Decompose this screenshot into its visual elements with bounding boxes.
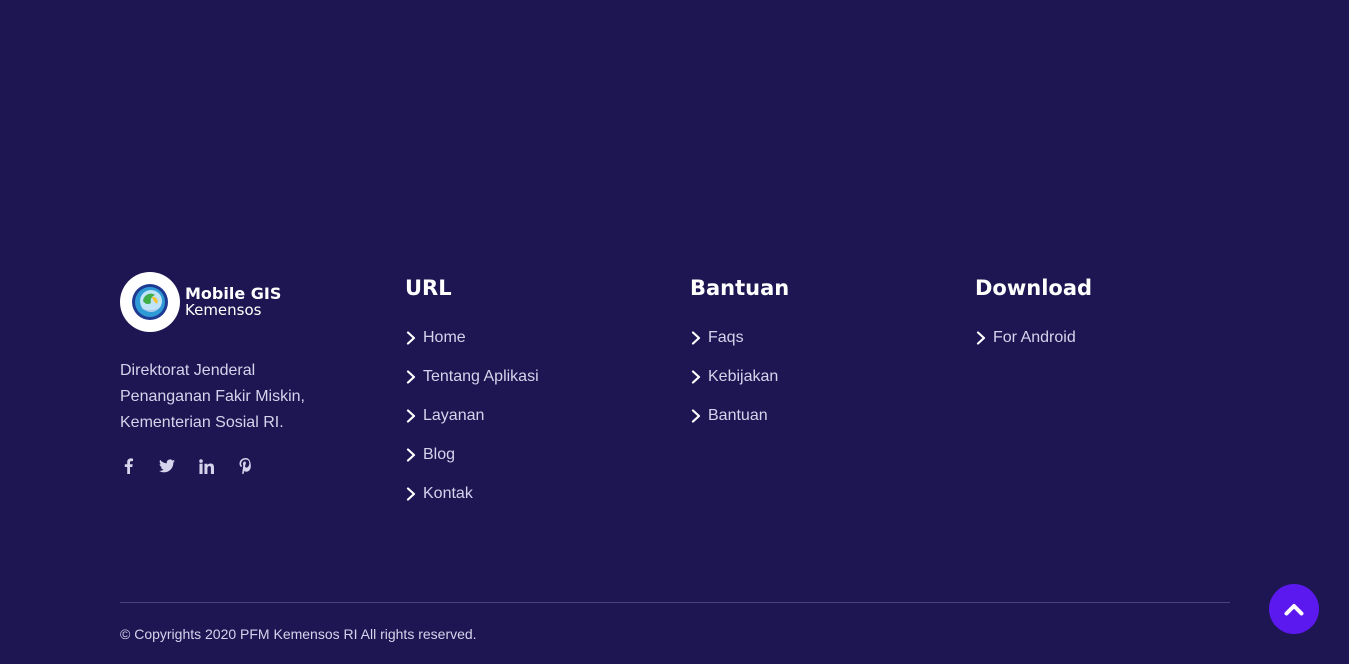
footer-link-blog[interactable]: Blog	[405, 445, 539, 484]
footer-link-label: Kontak	[423, 485, 473, 502]
chevron-right-icon	[691, 370, 701, 384]
facebook-icon[interactable]	[120, 458, 136, 474]
chevron-right-icon	[406, 370, 416, 384]
chevron-right-icon	[406, 331, 416, 345]
linkedin-icon[interactable]	[198, 458, 214, 474]
footer-link-label: For Android	[993, 329, 1076, 346]
footer-link-label: Tentang Aplikasi	[423, 368, 539, 385]
brand-description-line: Kementerian Sosial RI.	[120, 414, 284, 431]
social-links	[120, 458, 370, 474]
kemensos-globe-logo-icon	[120, 272, 180, 332]
logo-subtitle: Kemensos	[185, 301, 262, 319]
footer-link-label: Layanan	[423, 407, 485, 424]
brand-description-line: Penanganan Fakir Miskin,	[120, 388, 305, 405]
brand-description: Direktorat Jenderal Penanganan Fakir Mis…	[120, 358, 370, 436]
footer-link-layanan[interactable]: Layanan	[405, 406, 539, 445]
logo[interactable]: Mobile GIS Kemensos	[120, 272, 370, 332]
footer-link-kebijakan[interactable]: Kebijakan	[690, 367, 789, 406]
column-title: Bantuan	[690, 276, 790, 300]
site-footer: Mobile GIS Kemensos Direktorat Jenderal …	[0, 0, 1349, 664]
column-title: Download	[975, 276, 1093, 300]
footer-link-home[interactable]: Home	[405, 328, 539, 367]
footer-column-download: Download For Android	[975, 274, 1092, 367]
chevron-right-icon	[406, 409, 416, 423]
chevron-right-icon	[691, 409, 701, 423]
chevron-right-icon	[976, 331, 986, 345]
twitter-icon[interactable]	[159, 458, 175, 474]
footer-link-label: Faqs	[708, 329, 744, 346]
chevron-right-icon	[406, 487, 416, 501]
url-links: Home Tentang Aplikasi Layanan Blog Konta…	[405, 328, 539, 523]
chevron-right-icon	[691, 331, 701, 345]
footer-link-kontak[interactable]: Kontak	[405, 484, 539, 523]
logo-title: Mobile GIS	[185, 284, 282, 303]
footer-link-bantuan[interactable]: Bantuan	[690, 406, 789, 445]
download-links: For Android	[975, 328, 1092, 367]
column-title: URL	[405, 276, 452, 300]
footer-link-label: Blog	[423, 446, 456, 463]
footer-column-bantuan: Bantuan Faqs Kebijakan Bantuan	[690, 274, 789, 445]
footer-link-tentang-aplikasi[interactable]: Tentang Aplikasi	[405, 367, 539, 406]
footer-link-for-android[interactable]: For Android	[975, 328, 1092, 367]
chevron-right-icon	[406, 448, 416, 462]
footer-column-url: URL Home Tentang Aplikasi Layanan Blog K…	[405, 274, 539, 523]
brand-description-line: Direktorat Jenderal	[120, 362, 256, 379]
footer-link-faqs[interactable]: Faqs	[690, 328, 789, 367]
pinterest-icon[interactable]	[237, 458, 253, 474]
back-to-top-button[interactable]	[1269, 584, 1319, 634]
footer-link-label: Home	[423, 329, 466, 346]
footer-divider	[120, 602, 1230, 603]
footer-brand: Mobile GIS Kemensos Direktorat Jenderal …	[120, 272, 370, 474]
bantuan-links: Faqs Kebijakan Bantuan	[690, 328, 789, 445]
chevron-up-icon	[1284, 604, 1304, 616]
footer-link-label: Bantuan	[708, 407, 768, 424]
logo-text: Mobile GIS Kemensos	[185, 285, 281, 319]
copyright-text: © Copyrights 2020 PFM Kemensos RI All ri…	[120, 626, 477, 642]
footer-link-label: Kebijakan	[708, 368, 779, 385]
